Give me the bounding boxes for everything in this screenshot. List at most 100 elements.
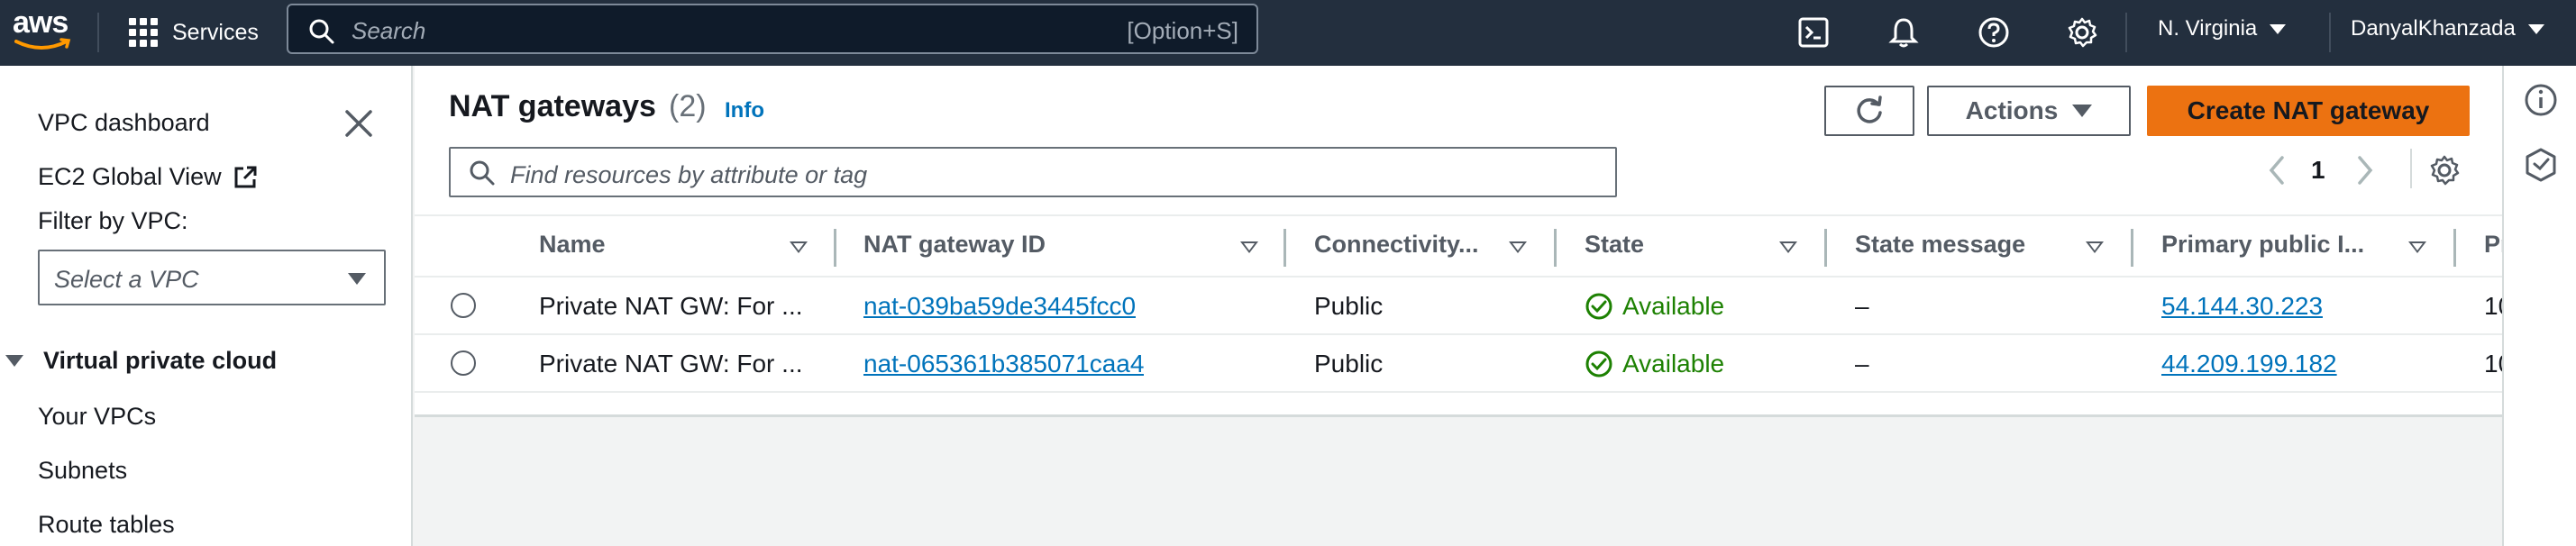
nat-gateways-panel: NAT gateways (2) Info Actions Create NAT… xyxy=(415,66,2510,417)
help-button[interactable] xyxy=(1974,13,2014,52)
sort-icon[interactable] xyxy=(1240,241,1258,253)
state-label: Available xyxy=(1622,292,1725,320)
column-header-primary-public-ip[interactable]: Primary public I... xyxy=(2161,231,2364,259)
row-select-radio[interactable] xyxy=(451,293,476,318)
column-resize-handle[interactable] xyxy=(1824,229,1827,267)
search-icon xyxy=(470,160,495,186)
sidebar-item-ec2-global-view[interactable]: EC2 Global View xyxy=(38,163,258,191)
column-header-state-message[interactable]: State message xyxy=(1855,231,2025,259)
side-navigation: VPC dashboard EC2 Global View Filter by … xyxy=(0,66,413,546)
chevron-right-icon[interactable] xyxy=(2352,154,2378,187)
column-resize-handle[interactable] xyxy=(1554,229,1557,267)
cell-state: Available xyxy=(1585,350,1724,378)
column-resize-handle[interactable] xyxy=(2453,229,2456,267)
cell-primary-public-ip-link[interactable]: 54.144.30.223 xyxy=(2161,292,2323,321)
column-resize-handle[interactable] xyxy=(2131,229,2133,267)
row-select-radio[interactable] xyxy=(451,350,476,376)
notifications-button[interactable] xyxy=(1884,13,1923,52)
bell-icon xyxy=(1888,18,1919,48)
account-menu[interactable]: DanyalKhanzada xyxy=(2351,16,2544,41)
section-title: Virtual private cloud xyxy=(43,347,278,374)
table-header: Name NAT gateway ID Connectivity... Stat… xyxy=(415,214,2510,278)
cell-primary-private-ip: 10 xyxy=(2484,350,2502,378)
sidebar-item-label: EC2 Global View xyxy=(38,163,222,190)
aws-smile-icon xyxy=(14,38,71,50)
aws-logo[interactable]: aws xyxy=(13,5,72,56)
nav-separator xyxy=(2329,13,2331,52)
refresh-icon xyxy=(1857,96,1882,123)
vpc-select-placeholder: Select a VPC xyxy=(54,266,199,293)
refresh-button[interactable] xyxy=(1824,86,1914,136)
sidebar-item-your-vpcs[interactable]: Your VPCs xyxy=(38,403,156,431)
search-icon xyxy=(309,19,334,44)
chevron-down-icon xyxy=(2072,105,2093,117)
nav-separator xyxy=(2125,13,2127,52)
cell-connectivity: Public xyxy=(1314,350,1384,378)
column-resize-handle[interactable] xyxy=(1283,229,1286,267)
sort-icon[interactable] xyxy=(1509,241,1527,253)
filter-placeholder: Find resources by attribute or tag xyxy=(510,161,868,188)
resource-count: (2) xyxy=(669,89,707,123)
global-search-input[interactable]: Search [Option+S] xyxy=(287,4,1258,54)
sidebar-section-virtual-private-cloud[interactable]: Virtual private cloud xyxy=(0,347,277,375)
cell-name: Private NAT GW: For ... xyxy=(539,350,803,378)
cell-primary-public-ip-link[interactable]: 44.209.199.182 xyxy=(2161,350,2337,378)
sort-icon[interactable] xyxy=(2408,241,2426,253)
tutorial-icon[interactable] xyxy=(2523,147,2559,183)
services-label: Services xyxy=(172,19,259,45)
cell-primary-private-ip: 10 xyxy=(2484,292,2502,320)
info-icon[interactable] xyxy=(2523,82,2559,118)
close-icon[interactable] xyxy=(343,107,375,140)
state-label: Available xyxy=(1622,350,1725,378)
chevron-down-icon xyxy=(348,273,366,285)
main-content: NAT gateways (2) Info Actions Create NAT… xyxy=(415,66,2510,546)
vpc-filter-select[interactable]: Select a VPC xyxy=(38,250,386,305)
help-icon xyxy=(1978,17,2009,48)
sort-icon[interactable] xyxy=(790,241,808,253)
page-title: NAT gateways xyxy=(449,89,656,123)
table-row[interactable]: Private NAT GW: For ... nat-039ba59de344… xyxy=(415,278,2502,335)
caret-down-icon xyxy=(5,355,23,367)
pager-divider xyxy=(2410,149,2412,188)
services-menu-button[interactable]: Services xyxy=(129,13,259,52)
grid-icon xyxy=(129,18,158,47)
table-preferences-icon[interactable] xyxy=(2428,154,2461,187)
aws-logo-text: aws xyxy=(13,5,69,40)
tools-rail xyxy=(2502,66,2576,546)
info-link[interactable]: Info xyxy=(725,98,764,123)
top-navigation: aws Services Search [Option+S] N. Virgin… xyxy=(0,0,2576,66)
cloudshell-icon xyxy=(1798,17,1829,48)
search-shortcut-hint: [Option+S] xyxy=(1127,17,1238,44)
column-header-nat-gateway-id[interactable]: NAT gateway ID xyxy=(863,231,1046,259)
column-resize-handle[interactable] xyxy=(834,229,836,267)
sort-icon[interactable] xyxy=(1779,241,1797,253)
cell-state: Available xyxy=(1585,292,1724,321)
region-selector[interactable]: N. Virginia xyxy=(2158,16,2287,41)
page-number[interactable]: 1 xyxy=(2311,156,2325,185)
table-row[interactable]: Private NAT GW: For ... nat-065361b38507… xyxy=(415,335,2502,393)
create-nat-gateway-button[interactable]: Create NAT gateway xyxy=(2147,86,2470,136)
chevron-left-icon[interactable] xyxy=(2264,154,2289,187)
cell-state-message: – xyxy=(1855,350,1869,378)
cloudshell-button[interactable] xyxy=(1794,13,1833,52)
cell-state-message: – xyxy=(1855,292,1869,320)
column-header-state[interactable]: State xyxy=(1585,231,1644,259)
cell-nat-gateway-id-link[interactable]: nat-065361b385071caa4 xyxy=(863,350,1144,378)
actions-dropdown-button[interactable]: Actions xyxy=(1927,86,2131,136)
sidebar-item-subnets[interactable]: Subnets xyxy=(38,457,127,485)
column-header-connectivity[interactable]: Connectivity... xyxy=(1314,231,1479,259)
resource-filter-input[interactable]: Find resources by attribute or tag xyxy=(449,147,1617,197)
column-header-name[interactable]: Name xyxy=(539,231,606,259)
success-check-icon xyxy=(1585,293,1612,320)
create-label: Create NAT gateway xyxy=(2187,96,2430,124)
success-check-icon xyxy=(1585,350,1612,378)
region-label: N. Virginia xyxy=(2158,16,2258,41)
search-placeholder: Search xyxy=(352,17,426,44)
settings-button[interactable] xyxy=(2062,13,2102,52)
sidebar-item-route-tables[interactable]: Route tables xyxy=(38,511,175,539)
sidebar-item-vpc-dashboard[interactable]: VPC dashboard xyxy=(38,109,210,137)
cell-nat-gateway-id-link[interactable]: nat-039ba59de3445fcc0 xyxy=(863,292,1136,321)
sort-icon[interactable] xyxy=(2086,241,2104,253)
filter-by-vpc-label: Filter by VPC: xyxy=(38,207,188,234)
cell-name: Private NAT GW: For ... xyxy=(539,292,803,320)
